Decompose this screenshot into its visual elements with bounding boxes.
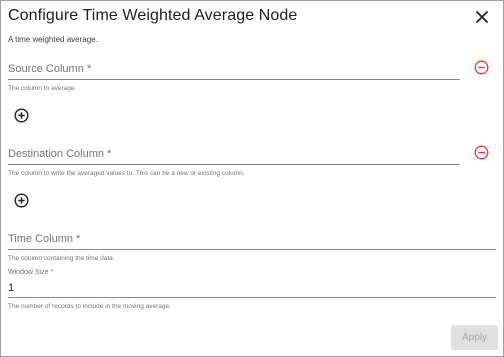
- remove-source-column-button[interactable]: [474, 60, 489, 75]
- configure-node-dialog: Configure Time Weighted Average Node A t…: [0, 0, 504, 357]
- remove-destination-column-button[interactable]: [474, 145, 489, 160]
- remove-circle-icon: [474, 60, 489, 75]
- destination-column-hint: The column to write the averaged values …: [8, 170, 245, 177]
- window-size-input[interactable]: 1: [8, 282, 14, 294]
- source-column-label: Source Column *: [8, 63, 92, 75]
- time-column-input[interactable]: [8, 249, 496, 250]
- source-column-hint: The column to average.: [8, 85, 77, 92]
- window-size-label: Window Size *: [8, 269, 54, 276]
- add-destination-column-button[interactable]: [14, 193, 29, 208]
- time-column-label: Time Column *: [8, 233, 81, 245]
- close-icon[interactable]: [473, 8, 491, 26]
- dialog-title: Configure Time Weighted Average Node: [8, 7, 298, 24]
- window-size-underline: [8, 297, 496, 298]
- source-column-input[interactable]: [8, 79, 460, 80]
- window-size-hint: The number of records to include in the …: [8, 303, 171, 310]
- apply-button[interactable]: Apply: [451, 325, 498, 350]
- add-circle-icon: [14, 193, 29, 208]
- remove-circle-icon: [474, 145, 489, 160]
- time-column-hint: The column containing the time data.: [8, 255, 115, 262]
- dialog-subtitle: A time weighted average.: [8, 35, 98, 44]
- destination-column-label: Destination Column *: [8, 148, 112, 160]
- destination-column-input[interactable]: [8, 164, 460, 165]
- add-circle-icon: [14, 108, 29, 123]
- add-source-column-button[interactable]: [14, 108, 29, 123]
